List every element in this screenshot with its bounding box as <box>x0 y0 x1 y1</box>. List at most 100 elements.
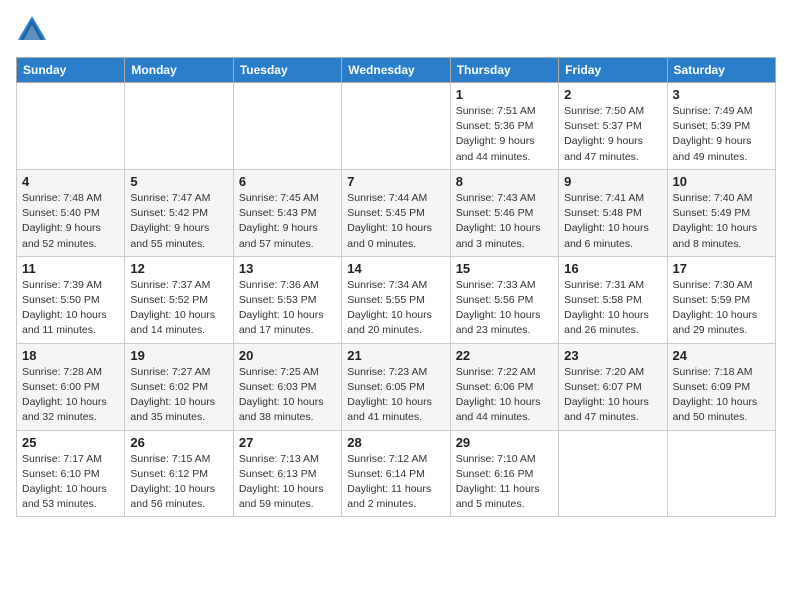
day-info: Sunrise: 7:22 AM Sunset: 6:06 PM Dayligh… <box>456 365 553 426</box>
day-cell <box>667 430 775 517</box>
day-number: 14 <box>347 261 444 276</box>
day-number: 17 <box>673 261 770 276</box>
day-info: Sunrise: 7:17 AM Sunset: 6:10 PM Dayligh… <box>22 452 119 513</box>
day-cell: 22 Sunrise: 7:22 AM Sunset: 6:06 PM Dayli… <box>450 343 558 430</box>
day-cell: 4 Sunrise: 7:48 AM Sunset: 5:40 PM Daylig… <box>17 169 125 256</box>
day-number: 21 <box>347 348 444 363</box>
page-header <box>16 16 776 45</box>
week-row-1: 1 Sunrise: 7:51 AM Sunset: 5:36 PM Daylig… <box>17 83 776 170</box>
day-cell <box>559 430 667 517</box>
day-info: Sunrise: 7:37 AM Sunset: 5:52 PM Dayligh… <box>130 278 227 339</box>
day-number: 18 <box>22 348 119 363</box>
day-number: 29 <box>456 435 553 450</box>
day-cell: 1 Sunrise: 7:51 AM Sunset: 5:36 PM Daylig… <box>450 83 558 170</box>
day-number: 11 <box>22 261 119 276</box>
day-info: Sunrise: 7:15 AM Sunset: 6:12 PM Dayligh… <box>130 452 227 513</box>
day-cell: 23 Sunrise: 7:20 AM Sunset: 6:07 PM Dayli… <box>559 343 667 430</box>
calendar-table: SundayMondayTuesdayWednesdayThursdayFrid… <box>16 57 776 517</box>
day-info: Sunrise: 7:33 AM Sunset: 5:56 PM Dayligh… <box>456 278 553 339</box>
day-info: Sunrise: 7:12 AM Sunset: 6:14 PM Dayligh… <box>347 452 444 513</box>
day-number: 28 <box>347 435 444 450</box>
day-info: Sunrise: 7:30 AM Sunset: 5:59 PM Dayligh… <box>673 278 770 339</box>
day-number: 22 <box>456 348 553 363</box>
day-info: Sunrise: 7:39 AM Sunset: 5:50 PM Dayligh… <box>22 278 119 339</box>
day-info: Sunrise: 7:50 AM Sunset: 5:37 PM Dayligh… <box>564 104 661 165</box>
day-info: Sunrise: 7:27 AM Sunset: 6:02 PM Dayligh… <box>130 365 227 426</box>
logo <box>16 16 46 45</box>
day-info: Sunrise: 7:43 AM Sunset: 5:46 PM Dayligh… <box>456 191 553 252</box>
day-info: Sunrise: 7:34 AM Sunset: 5:55 PM Dayligh… <box>347 278 444 339</box>
day-cell <box>125 83 233 170</box>
day-cell: 18 Sunrise: 7:28 AM Sunset: 6:00 PM Dayli… <box>17 343 125 430</box>
day-cell: 5 Sunrise: 7:47 AM Sunset: 5:42 PM Daylig… <box>125 169 233 256</box>
day-number: 23 <box>564 348 661 363</box>
day-cell: 15 Sunrise: 7:33 AM Sunset: 5:56 PM Dayli… <box>450 256 558 343</box>
day-info: Sunrise: 7:31 AM Sunset: 5:58 PM Dayligh… <box>564 278 661 339</box>
day-cell: 27 Sunrise: 7:13 AM Sunset: 6:13 PM Dayli… <box>233 430 341 517</box>
day-cell: 20 Sunrise: 7:25 AM Sunset: 6:03 PM Dayli… <box>233 343 341 430</box>
day-number: 13 <box>239 261 336 276</box>
day-number: 20 <box>239 348 336 363</box>
day-number: 7 <box>347 174 444 189</box>
day-number: 9 <box>564 174 661 189</box>
day-cell: 9 Sunrise: 7:41 AM Sunset: 5:48 PM Daylig… <box>559 169 667 256</box>
day-info: Sunrise: 7:47 AM Sunset: 5:42 PM Dayligh… <box>130 191 227 252</box>
day-cell: 25 Sunrise: 7:17 AM Sunset: 6:10 PM Dayli… <box>17 430 125 517</box>
day-info: Sunrise: 7:49 AM Sunset: 5:39 PM Dayligh… <box>673 104 770 165</box>
day-info: Sunrise: 7:44 AM Sunset: 5:45 PM Dayligh… <box>347 191 444 252</box>
day-info: Sunrise: 7:23 AM Sunset: 6:05 PM Dayligh… <box>347 365 444 426</box>
day-info: Sunrise: 7:45 AM Sunset: 5:43 PM Dayligh… <box>239 191 336 252</box>
day-cell: 12 Sunrise: 7:37 AM Sunset: 5:52 PM Dayli… <box>125 256 233 343</box>
day-cell: 19Sunrise: 7:27 AM Sunset: 6:02 PM Dayli… <box>125 343 233 430</box>
day-cell: 11 Sunrise: 7:39 AM Sunset: 5:50 PM Dayli… <box>17 256 125 343</box>
column-header-friday: Friday <box>559 58 667 83</box>
logo-icon <box>18 16 46 40</box>
day-number: 5 <box>130 174 227 189</box>
day-number: 4 <box>22 174 119 189</box>
day-number: 2 <box>564 87 661 102</box>
day-number: 6 <box>239 174 336 189</box>
day-cell: 13 Sunrise: 7:36 AM Sunset: 5:53 PM Dayli… <box>233 256 341 343</box>
day-info: Sunrise: 7:10 AM Sunset: 6:16 PM Dayligh… <box>456 452 553 513</box>
column-header-tuesday: Tuesday <box>233 58 341 83</box>
day-info: Sunrise: 7:18 AM Sunset: 6:09 PM Dayligh… <box>673 365 770 426</box>
day-info: Sunrise: 7:13 AM Sunset: 6:13 PM Dayligh… <box>239 452 336 513</box>
day-number: 25 <box>22 435 119 450</box>
column-header-saturday: Saturday <box>667 58 775 83</box>
column-header-sunday: Sunday <box>17 58 125 83</box>
day-cell: 6 Sunrise: 7:45 AM Sunset: 5:43 PM Daylig… <box>233 169 341 256</box>
day-number: 8 <box>456 174 553 189</box>
day-cell <box>17 83 125 170</box>
day-number: 15 <box>456 261 553 276</box>
day-cell: 10 Sunrise: 7:40 AM Sunset: 5:49 PM Dayli… <box>667 169 775 256</box>
day-cell: 14 Sunrise: 7:34 AM Sunset: 5:55 PM Dayli… <box>342 256 450 343</box>
day-number: 27 <box>239 435 336 450</box>
day-number: 3 <box>673 87 770 102</box>
day-number: 10 <box>673 174 770 189</box>
week-row-3: 11 Sunrise: 7:39 AM Sunset: 5:50 PM Dayli… <box>17 256 776 343</box>
day-info: Sunrise: 7:41 AM Sunset: 5:48 PM Dayligh… <box>564 191 661 252</box>
column-header-thursday: Thursday <box>450 58 558 83</box>
column-header-wednesday: Wednesday <box>342 58 450 83</box>
day-info: Sunrise: 7:36 AM Sunset: 5:53 PM Dayligh… <box>239 278 336 339</box>
column-header-monday: Monday <box>125 58 233 83</box>
week-row-5: 25 Sunrise: 7:17 AM Sunset: 6:10 PM Dayli… <box>17 430 776 517</box>
day-cell: 26Sunrise: 7:15 AM Sunset: 6:12 PM Dayli… <box>125 430 233 517</box>
day-cell: 29 Sunrise: 7:10 AM Sunset: 6:16 PM Dayli… <box>450 430 558 517</box>
day-info: Sunrise: 7:28 AM Sunset: 6:00 PM Dayligh… <box>22 365 119 426</box>
day-cell: 7 Sunrise: 7:44 AM Sunset: 5:45 PM Daylig… <box>342 169 450 256</box>
day-info: Sunrise: 7:48 AM Sunset: 5:40 PM Dayligh… <box>22 191 119 252</box>
day-info: Sunrise: 7:51 AM Sunset: 5:36 PM Dayligh… <box>456 104 553 165</box>
day-number: 12 <box>130 261 227 276</box>
day-info: Sunrise: 7:20 AM Sunset: 6:07 PM Dayligh… <box>564 365 661 426</box>
day-info: Sunrise: 7:40 AM Sunset: 5:49 PM Dayligh… <box>673 191 770 252</box>
day-cell: 17 Sunrise: 7:30 AM Sunset: 5:59 PM Dayli… <box>667 256 775 343</box>
week-row-2: 4 Sunrise: 7:48 AM Sunset: 5:40 PM Daylig… <box>17 169 776 256</box>
day-number: 16 <box>564 261 661 276</box>
day-cell <box>233 83 341 170</box>
day-info: Sunrise: 7:25 AM Sunset: 6:03 PM Dayligh… <box>239 365 336 426</box>
day-cell: 16 Sunrise: 7:31 AM Sunset: 5:58 PM Dayli… <box>559 256 667 343</box>
day-number: 24 <box>673 348 770 363</box>
day-number: 1 <box>456 87 553 102</box>
week-row-4: 18 Sunrise: 7:28 AM Sunset: 6:00 PM Dayli… <box>17 343 776 430</box>
